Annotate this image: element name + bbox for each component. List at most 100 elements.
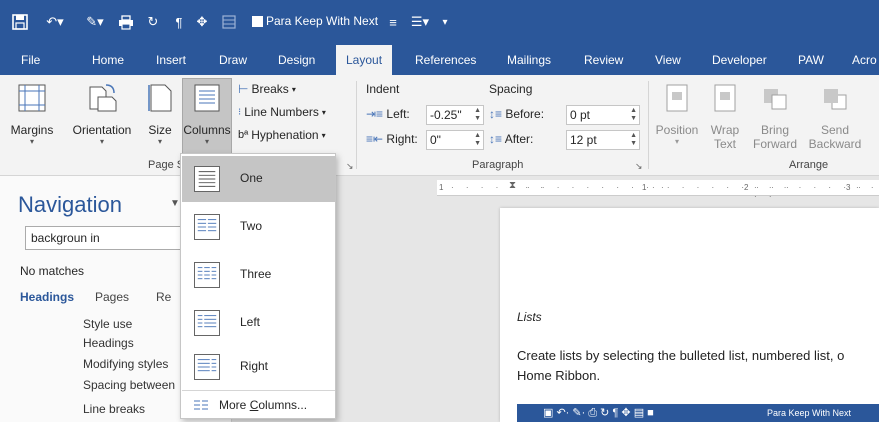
- no-matches-text: No matches: [20, 264, 85, 278]
- paragraph-launcher-icon[interactable]: ↘: [635, 161, 643, 172]
- columns-option-one[interactable]: One: [182, 156, 335, 202]
- more-columns-icon: [194, 400, 208, 410]
- nav-heading-item[interactable]: Style use: [83, 317, 132, 331]
- tab-view[interactable]: View: [655, 45, 681, 75]
- horizontal-ruler[interactable]: 1 ⧗ · · · · · · · · · · · · · · · · · 1 …: [437, 180, 879, 201]
- nav-tab-headings[interactable]: Headings: [20, 290, 74, 304]
- wrap-label-1: Wrap: [710, 123, 740, 137]
- tab-design[interactable]: Design: [278, 45, 315, 75]
- touch-mode-icon[interactable]: ✥: [192, 11, 212, 33]
- keep-with-next-label[interactable]: Para Keep With Next: [266, 14, 378, 28]
- group-divider: [356, 81, 357, 169]
- tab-insert[interactable]: Insert: [156, 45, 186, 75]
- redo-icon[interactable]: ↻: [143, 11, 163, 33]
- ruler-tick-label: 1: [642, 183, 647, 192]
- columns-dropdown: One Two Three Left Right More Columns...: [180, 153, 336, 419]
- layout-ribbon: Margins ▾ Orientation ▾ Size ▾ Columns ▾…: [0, 75, 879, 176]
- orientation-icon: [89, 84, 117, 112]
- send-backward-button[interactable]: Send Backward: [805, 83, 865, 151]
- navigation-options-icon[interactable]: ▼: [170, 198, 180, 209]
- ruler-tick-label: 2: [744, 183, 749, 192]
- spacing-before-input[interactable]: 0 pt ▲ ▼: [566, 105, 640, 125]
- tab-home[interactable]: Home: [92, 45, 124, 75]
- show-formatting-icon[interactable]: ¶: [170, 11, 188, 33]
- more-columns-item[interactable]: More Columns...: [182, 392, 335, 418]
- document-page[interactable]: [500, 208, 879, 422]
- nav-heading-item[interactable]: Spacing between: [83, 378, 175, 392]
- columns-option-label: Three: [240, 267, 272, 281]
- ruler-tick-label: 3: [846, 183, 851, 192]
- orientation-button[interactable]: Orientation ▾: [66, 83, 138, 147]
- menu-divider: [182, 390, 335, 391]
- nav-heading-item[interactable]: Modifying styles: [83, 357, 168, 371]
- spacing-after-label: ↕≡ After:: [489, 132, 534, 146]
- undo-icon[interactable]: ↶▾: [37, 11, 73, 33]
- breaks-button[interactable]: ⊢ Breaks ▾: [238, 82, 296, 96]
- tab-references[interactable]: References: [415, 45, 476, 75]
- group-divider: [648, 81, 649, 169]
- print-icon[interactable]: [115, 11, 137, 33]
- hyphenation-button[interactable]: bª Hyphenation ▾: [238, 128, 326, 142]
- line-numbers-icon: ⁝: [238, 106, 242, 118]
- table-icon[interactable]: [220, 11, 238, 33]
- columns-option-right[interactable]: Right: [182, 344, 335, 390]
- indent-right-label: ≡⇤ Right:: [366, 132, 418, 146]
- left-column-icon: [194, 310, 220, 336]
- line-numbers-button[interactable]: ⁝ Line Numbers ▾: [238, 105, 326, 119]
- wrap-text-button[interactable]: Wrap Text: [705, 83, 745, 151]
- spacing-after-input[interactable]: 12 pt ▲ ▼: [566, 130, 640, 150]
- indent-left-input[interactable]: -0.25" ▲ ▼: [426, 105, 484, 125]
- bring-label-2: Forward: [752, 137, 797, 151]
- columns-option-label: One: [240, 171, 263, 185]
- tab-file[interactable]: File: [21, 45, 40, 75]
- tab-mailings[interactable]: Mailings: [507, 45, 551, 75]
- paragraph-line: Home Ribbon.: [517, 368, 601, 383]
- page-setup-launcher-icon[interactable]: ↘: [346, 161, 354, 172]
- hyphenation-label: Hyphenation: [251, 128, 319, 142]
- size-button[interactable]: Size ▾: [142, 83, 178, 147]
- tab-draw[interactable]: Draw: [219, 45, 247, 75]
- document-heading[interactable]: Lists: [517, 310, 542, 324]
- bring-forward-button[interactable]: Bring Forward: [748, 83, 802, 151]
- ruler-tick-label: 1: [439, 183, 444, 192]
- hyphenation-icon: bª: [238, 129, 249, 141]
- size-label: Size: [148, 123, 172, 137]
- format-painter-icon[interactable]: ✎▾: [77, 11, 113, 33]
- word-window: ↶▾ ✎▾ ↻ ¶ ✥ Para Keep With Next ≡ ☰▾ ▾ F…: [0, 0, 879, 422]
- customize-qat-icon[interactable]: ▾: [438, 11, 452, 33]
- tab-acrobat[interactable]: Acro: [852, 45, 877, 75]
- position-label: Position: [655, 123, 699, 137]
- nav-tab-pages[interactable]: Pages: [95, 290, 129, 304]
- tab-layout[interactable]: Layout: [336, 45, 393, 75]
- document-paragraph[interactable]: Create lists by selecting the bulleted l…: [517, 346, 877, 386]
- columns-button[interactable]: Columns ▾: [182, 78, 232, 156]
- spacing-label: Spacing: [489, 82, 533, 96]
- save-icon[interactable]: [8, 11, 32, 33]
- columns-option-three[interactable]: Three: [182, 252, 335, 298]
- send-label-2: Backward: [808, 137, 862, 151]
- tab-paw[interactable]: PAW: [798, 45, 824, 75]
- position-icon: [666, 84, 688, 112]
- arrange-group-label: Arrange: [789, 159, 829, 171]
- position-button[interactable]: Position ▾: [652, 83, 702, 147]
- columns-option-two[interactable]: Two: [182, 204, 335, 250]
- columns-option-left[interactable]: Left: [182, 300, 335, 346]
- paragraph-group-label: Paragraph: [472, 159, 524, 171]
- nav-heading-item[interactable]: Line breaks: [83, 402, 145, 416]
- indent-right-input[interactable]: 0" ▲ ▼: [426, 130, 484, 150]
- nav-tab-results[interactable]: Re: [156, 290, 171, 304]
- nav-heading-item[interactable]: Headings: [83, 336, 134, 350]
- bring-forward-icon: [764, 89, 787, 110]
- embedded-toolbar-icons: ▣ ↶· ✎· ⎙ ↻ ¶ ✥ ▤ ■: [543, 407, 654, 419]
- send-backward-icon: [824, 89, 847, 110]
- margins-button[interactable]: Margins ▾: [2, 83, 62, 147]
- spacing-before-icon: ↕≡: [489, 107, 503, 121]
- tab-review[interactable]: Review: [584, 45, 623, 75]
- three-columns-icon: [194, 262, 220, 288]
- keep-with-next-checkbox[interactable]: [252, 16, 263, 27]
- orientation-label: Orientation: [72, 123, 132, 137]
- tab-developer[interactable]: Developer: [712, 45, 767, 75]
- align-icon[interactable]: ≡: [384, 11, 402, 33]
- ruler-dots: · · · · · · · · · ·: [527, 183, 669, 192]
- line-spacing-icon[interactable]: ☰▾: [405, 11, 435, 33]
